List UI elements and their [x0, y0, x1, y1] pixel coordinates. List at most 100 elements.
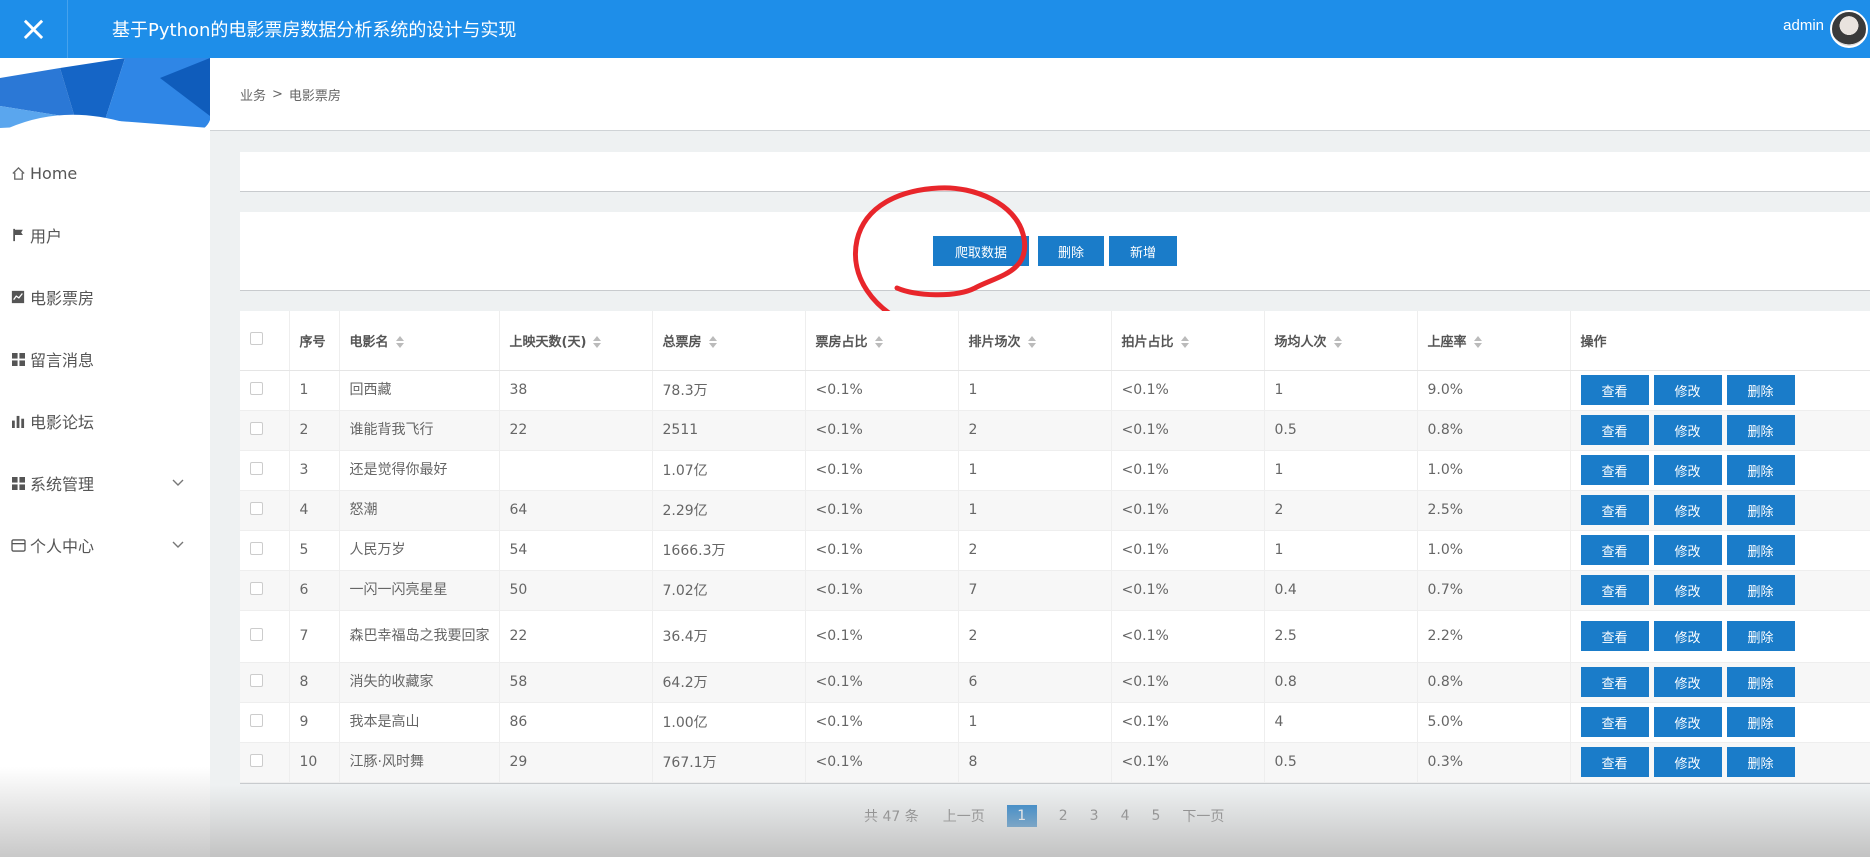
batch-delete-button[interactable]: 删除: [1038, 236, 1104, 266]
view-button[interactable]: 查看: [1580, 535, 1649, 565]
cell-avg-attendance: 4: [1264, 702, 1418, 743]
sort-icon[interactable]: [1473, 335, 1483, 349]
row-checkbox[interactable]: [250, 713, 263, 727]
cell-screenings: 6: [958, 662, 1112, 703]
delete-button[interactable]: 删除: [1726, 667, 1795, 697]
row-checkbox[interactable]: [250, 381, 263, 395]
header-total-box-office[interactable]: 总票房: [652, 311, 806, 371]
view-button[interactable]: 查看: [1580, 747, 1649, 777]
view-button[interactable]: 查看: [1580, 575, 1649, 605]
sidebar-item-profile[interactable]: 个人中心: [0, 514, 210, 576]
cell-box-office-share: <0.1%: [805, 530, 959, 571]
row-checkbox[interactable]: [250, 627, 263, 641]
row-select-cell: [240, 490, 290, 531]
edit-button[interactable]: 修改: [1653, 455, 1722, 485]
breadcrumb-item-business[interactable]: 业务: [240, 85, 266, 104]
cell-screenings: 1: [958, 490, 1112, 531]
pagination-next[interactable]: 下一页: [1182, 806, 1224, 826]
sidebar-item-label: 电影论坛: [30, 413, 95, 432]
table-header-row: 序号 电影名 上映天数(天) 总票房 票房占比 排片场次 拍片占比 场均人次 上…: [240, 311, 1870, 371]
row-actions: 查看 修改 删除: [1570, 662, 1870, 703]
sidebar-item-forum[interactable]: 电影论坛: [0, 390, 210, 452]
delete-button[interactable]: 删除: [1726, 415, 1795, 445]
header-box-office-share[interactable]: 票房占比: [805, 311, 959, 371]
pagination-page[interactable]: 3: [1090, 808, 1099, 824]
crawl-data-button[interactable]: 爬取数据: [933, 236, 1029, 266]
sort-icon[interactable]: [708, 335, 718, 349]
cell-release-days: 29: [499, 742, 653, 783]
edit-button[interactable]: 修改: [1653, 747, 1722, 777]
header-occupancy[interactable]: 上座率: [1417, 311, 1571, 371]
select-all-checkbox[interactable]: [250, 331, 263, 345]
cell-box-office-share: <0.1%: [805, 570, 959, 611]
breadcrumb-item-current: 电影票房: [288, 88, 341, 104]
view-button[interactable]: 查看: [1580, 495, 1649, 525]
pagination-prev[interactable]: 上一页: [943, 806, 985, 826]
edit-button[interactable]: 修改: [1653, 707, 1722, 737]
cell-occupancy: 0.8%: [1417, 662, 1571, 703]
avatar[interactable]: [1830, 10, 1868, 48]
pagination-page[interactable]: 5: [1151, 808, 1160, 824]
delete-button[interactable]: 删除: [1726, 707, 1795, 737]
header-screenings[interactable]: 排片场次: [958, 311, 1112, 371]
cell-release-days: 50: [499, 570, 653, 611]
pagination-page-current[interactable]: 1: [1006, 805, 1037, 827]
cell-box-office-share: <0.1%: [805, 742, 959, 783]
row-checkbox[interactable]: [250, 673, 263, 687]
delete-button[interactable]: 删除: [1726, 495, 1795, 525]
sidebar-item-home[interactable]: Home: [0, 142, 210, 204]
cell-movie-name: 谁能背我飞行: [339, 410, 500, 451]
sidebar-item-system[interactable]: 系统管理: [0, 452, 210, 514]
header-avg-attendance[interactable]: 场均人次: [1264, 311, 1418, 371]
cell-movie-name: 怒潮: [339, 490, 500, 531]
cell-screening-share: <0.1%: [1111, 662, 1265, 703]
view-button[interactable]: 查看: [1580, 415, 1649, 445]
row-select-cell: [240, 410, 290, 451]
view-button[interactable]: 查看: [1580, 707, 1649, 737]
sort-icon[interactable]: [1180, 335, 1190, 349]
delete-button[interactable]: 删除: [1726, 455, 1795, 485]
view-button[interactable]: 查看: [1580, 621, 1649, 651]
edit-button[interactable]: 修改: [1653, 375, 1722, 405]
cell-screenings: 1: [958, 370, 1112, 411]
sidebar-item-users[interactable]: 用户: [0, 204, 210, 266]
view-button[interactable]: 查看: [1580, 375, 1649, 405]
delete-button[interactable]: 删除: [1726, 621, 1795, 651]
row-checkbox[interactable]: [250, 753, 263, 767]
header-movie-name[interactable]: 电影名: [339, 311, 500, 371]
delete-button[interactable]: 删除: [1726, 575, 1795, 605]
sort-icon[interactable]: [592, 335, 602, 349]
pagination-page[interactable]: 4: [1121, 808, 1130, 824]
sort-icon[interactable]: [1333, 335, 1343, 349]
delete-button[interactable]: 删除: [1726, 375, 1795, 405]
edit-button[interactable]: 修改: [1653, 575, 1722, 605]
close-icon[interactable]: ×: [0, 0, 68, 58]
sort-icon[interactable]: [1027, 335, 1037, 349]
delete-button[interactable]: 删除: [1726, 535, 1795, 565]
edit-button[interactable]: 修改: [1653, 495, 1722, 525]
sort-icon[interactable]: [874, 335, 884, 349]
header-screening-share[interactable]: 拍片占比: [1111, 311, 1265, 371]
view-button[interactable]: 查看: [1580, 455, 1649, 485]
sort-icon[interactable]: [395, 335, 405, 349]
sidebar-item-box-office[interactable]: 电影票房: [0, 266, 210, 328]
row-checkbox[interactable]: [250, 421, 263, 435]
row-checkbox[interactable]: [250, 581, 263, 595]
row-select-cell: [240, 450, 290, 491]
row-checkbox[interactable]: [250, 461, 263, 475]
header-release-days[interactable]: 上映天数(天): [499, 311, 653, 371]
username[interactable]: admin: [1783, 17, 1824, 34]
edit-button[interactable]: 修改: [1653, 415, 1722, 445]
edit-button[interactable]: 修改: [1653, 535, 1722, 565]
delete-button[interactable]: 删除: [1726, 747, 1795, 777]
add-button[interactable]: 新增: [1109, 236, 1177, 266]
row-select-cell: [240, 570, 290, 611]
sidebar-item-messages[interactable]: 留言消息: [0, 328, 210, 390]
pagination-page[interactable]: 2: [1059, 808, 1068, 824]
edit-button[interactable]: 修改: [1653, 667, 1722, 697]
edit-button[interactable]: 修改: [1653, 621, 1722, 651]
view-button[interactable]: 查看: [1580, 667, 1649, 697]
cell-occupancy: 2.2%: [1417, 610, 1571, 663]
row-checkbox[interactable]: [250, 501, 263, 515]
row-checkbox[interactable]: [250, 541, 263, 555]
